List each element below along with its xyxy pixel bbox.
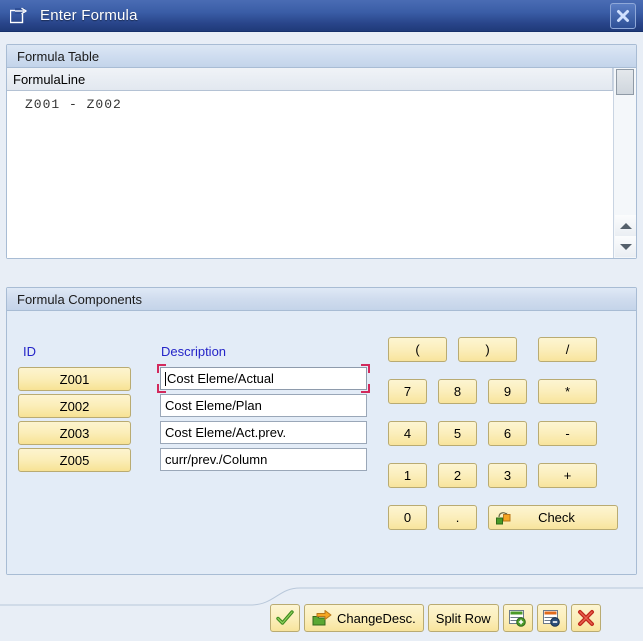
formula-grid-column-header: FormulaLine: [7, 68, 636, 91]
key-plus[interactable]: +: [538, 463, 597, 488]
component-description-field-2[interactable]: Cost Eleme/Act.prev.: [160, 421, 367, 444]
key-divide[interactable]: /: [538, 337, 597, 362]
formula-table-panel: Formula Table FormulaLine Z001 - Z002: [6, 44, 637, 259]
green-check-icon: [276, 609, 294, 627]
key-0[interactable]: 0: [388, 505, 427, 530]
formula-components-title: Formula Components: [17, 291, 142, 307]
change-description-icon: [312, 609, 332, 627]
dialog-toolbar: ChangeDesc. Split Row: [270, 603, 601, 633]
change-description-button[interactable]: ChangeDesc.: [304, 604, 424, 632]
delete-row-button[interactable]: [536, 604, 567, 632]
component-id-button-3[interactable]: Z005: [18, 448, 131, 472]
component-description-field-3[interactable]: curr/prev./Column: [160, 448, 367, 471]
cancel-button[interactable]: [570, 604, 601, 632]
key-2[interactable]: 2: [438, 463, 477, 488]
split-row-label: Split Row: [435, 610, 491, 626]
key-4[interactable]: 4: [388, 421, 427, 446]
close-icon[interactable]: [610, 2, 636, 29]
title-bar: Enter Formula: [0, 0, 643, 32]
scroll-down-icon[interactable]: [615, 236, 636, 257]
component-description-field-1[interactable]: Cost Eleme/Plan: [160, 394, 367, 417]
column-header-formulaline[interactable]: FormulaLine: [7, 68, 613, 90]
key-decimal-point[interactable]: .: [438, 505, 477, 530]
split-row-button[interactable]: Split Row: [427, 604, 499, 632]
formula-components-body: ID Description Z001 Cost Eleme/Actual Z0…: [7, 311, 636, 574]
key-7[interactable]: 7: [388, 379, 427, 404]
text-caret: [165, 371, 166, 386]
key-minus[interactable]: -: [538, 421, 597, 446]
window-title: Enter Formula: [40, 7, 138, 24]
delete-row-icon: [542, 609, 561, 627]
key-6[interactable]: 6: [488, 421, 527, 446]
key-open-paren[interactable]: (: [388, 337, 447, 362]
key-multiply[interactable]: *: [538, 379, 597, 404]
key-3[interactable]: 3: [488, 463, 527, 488]
formula-table-title: Formula Table: [17, 48, 100, 64]
formula-components-panel: Formula Components ID Description Z001 C…: [6, 287, 637, 575]
check-button[interactable]: Check: [488, 505, 618, 530]
red-x-icon: [577, 609, 595, 627]
enter-formula-icon: [10, 7, 30, 25]
change-description-label: ChangeDesc.: [337, 610, 416, 626]
scrollbar-thumb[interactable]: [616, 69, 634, 95]
key-9[interactable]: 9: [488, 379, 527, 404]
formula-line-row[interactable]: Z001 - Z002: [7, 91, 613, 112]
formula-grid-body[interactable]: Z001 - Z002: [7, 91, 613, 258]
formula-table-header: Formula Table: [7, 45, 636, 68]
column-label-id: ID: [23, 344, 36, 359]
check-syntax-icon: [495, 509, 512, 526]
component-id-button-2[interactable]: Z003: [18, 421, 131, 445]
insert-row-button[interactable]: [502, 604, 533, 632]
scroll-up-icon[interactable]: [615, 215, 636, 236]
component-id-button-0[interactable]: Z001: [18, 367, 131, 391]
key-8[interactable]: 8: [438, 379, 477, 404]
confirm-button[interactable]: [270, 604, 300, 632]
component-description-field-0[interactable]: Cost Eleme/Actual: [160, 367, 367, 390]
formula-components-header: Formula Components: [7, 288, 636, 311]
key-5[interactable]: 5: [438, 421, 477, 446]
insert-row-icon: [508, 609, 527, 627]
key-close-paren[interactable]: ): [458, 337, 517, 362]
formula-table-scrollbar[interactable]: [613, 68, 636, 258]
column-label-description: Description: [161, 344, 227, 359]
check-button-label: Check: [538, 510, 575, 525]
component-id-button-1[interactable]: Z002: [18, 394, 131, 418]
key-1[interactable]: 1: [388, 463, 427, 488]
